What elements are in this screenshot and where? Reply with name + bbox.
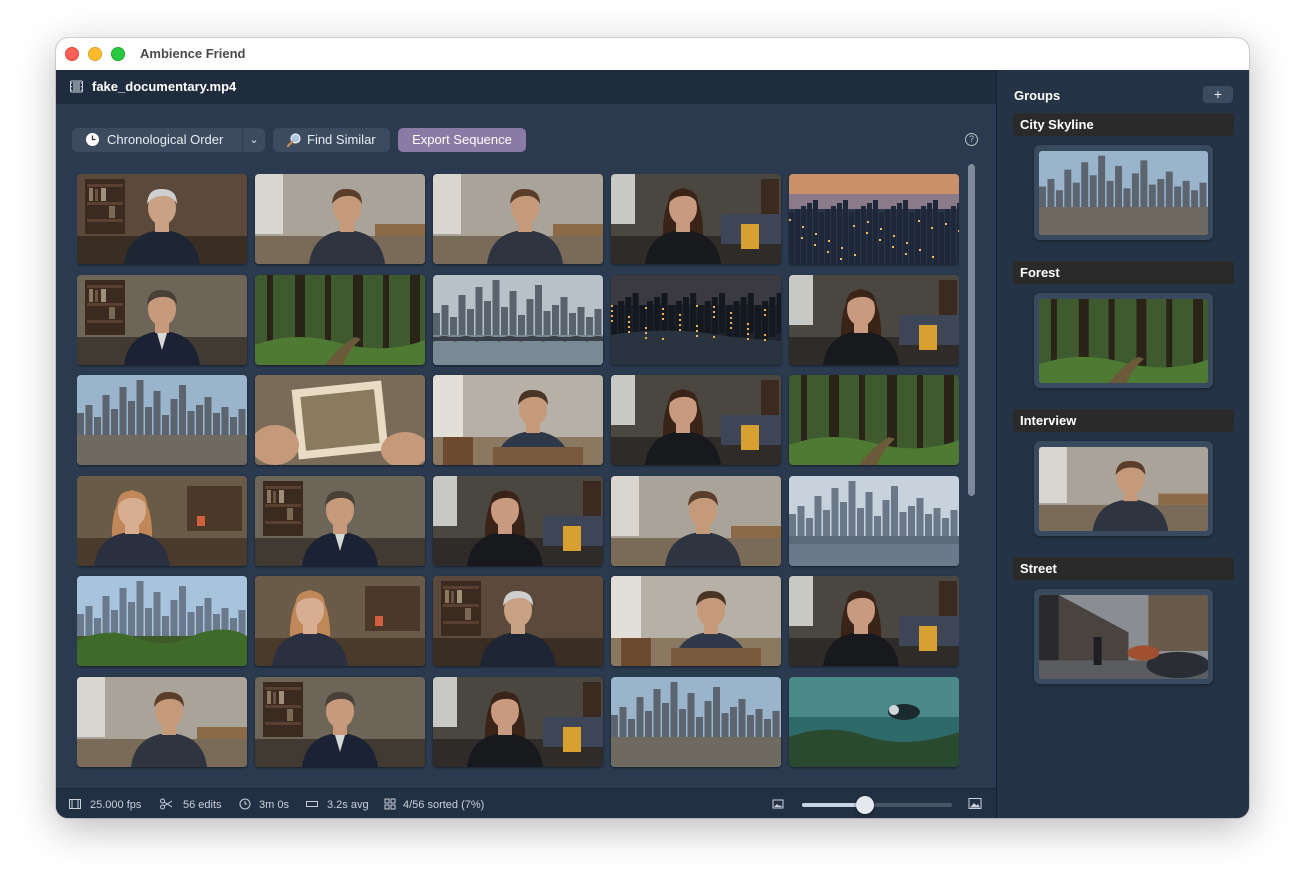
thumbnail-interview-man-suit[interactable] [255,676,425,767]
clock-icon [86,133,99,146]
small-image-icon[interactable] [772,798,784,810]
duration-readout: 3m 0s [259,799,289,811]
group-card-street[interactable] [1034,589,1213,684]
status-bar: 25.000 fps 56 edits 3m 0s 3.2s avg 4/56 … [56,788,996,818]
thumbnail-underwater-diver[interactable] [789,676,959,767]
thumbnail-interview-woman[interactable] [611,375,781,465]
thumbnail-interview-woman[interactable] [433,475,603,566]
window-title: Ambience Friend [140,46,246,61]
chevron-down-icon: ⌄ [242,128,265,152]
main-pane: fake_documentary.mp4 Chronological Order… [56,70,996,818]
group-thumbnail [1039,595,1208,679]
groups-title: Groups [1014,88,1061,103]
thumbnail-interview-young-man-seated[interactable] [611,576,781,666]
grid-icon [384,798,396,810]
group-header-forest[interactable]: Forest [1013,261,1234,284]
maximize-window-button[interactable] [111,47,125,61]
thumbnail-city-skyline[interactable] [611,676,781,767]
sort-order-dropdown[interactable]: Chronological Order ⌄ [72,128,265,152]
thumbnail-city-night[interactable] [611,274,781,365]
thumbnail-interview-young-man[interactable] [433,174,603,264]
find-similar-label: Find Similar [307,132,376,147]
thumbnail-interview-young-man[interactable] [611,475,781,566]
group-header-interview[interactable]: Interview [1013,409,1234,432]
thumbnail-interview-young-man[interactable] [77,676,247,767]
group-thumbnail [1039,447,1208,531]
group-card-interview[interactable] [1034,441,1213,536]
scrollbar-thumb[interactable] [968,164,975,496]
help-icon[interactable]: ? [965,133,978,146]
large-image-icon[interactable] [968,797,982,810]
thumbnail-city-skyline-bridge[interactable] [433,274,603,365]
thumbnail-interview-blonde-woman[interactable] [77,475,247,566]
group-card-city-skyline[interactable] [1034,145,1213,240]
clock-icon [239,798,251,810]
add-group-button[interactable]: + [1203,86,1233,103]
title-bar: Ambience Friend [56,38,1249,71]
magnifier-icon [286,133,301,148]
file-bar: fake_documentary.mp4 [56,70,996,104]
thumbnail-interview-older-man[interactable] [77,174,247,264]
thumbnail-interview-blonde-woman[interactable] [255,576,425,666]
sorted-readout: 4/56 sorted (7%) [403,799,485,811]
export-sequence-button[interactable]: Export Sequence [398,128,526,152]
zoom-slider-knob[interactable] [856,796,874,814]
thumbnail-old-photo[interactable] [255,375,425,465]
sort-order-label: Chronological Order [107,132,224,147]
thumbnail-grid [77,174,959,804]
thumbnail-city-skyline[interactable] [77,375,247,465]
file-name: fake_documentary.mp4 [92,79,237,94]
find-similar-button[interactable]: Find Similar [273,128,390,152]
fps-readout: 25.000 fps [90,799,142,811]
film-icon [70,80,83,93]
group-header-city-skyline[interactable]: City Skyline [1013,113,1234,136]
group-card-forest[interactable] [1034,293,1213,388]
thumbnail-interview-woman[interactable] [789,576,959,666]
groups-sidebar: Groups + City Skyline Forest Interview S… [996,70,1249,818]
minimize-window-button[interactable] [88,47,102,61]
app-window: Ambience Friend fake_documentary.mp4 Chr… [56,38,1249,818]
toolbar: Chronological Order ⌄ Find Similar Expor… [72,128,982,152]
thumbnail-interview-woman[interactable] [789,274,959,365]
thumbnail-forest[interactable] [789,375,959,465]
thumbnail-interview-man-suit[interactable] [77,274,247,365]
thumbnail-interview-older-man[interactable] [433,576,603,666]
thumbnail-interview-young-man[interactable] [255,174,425,264]
group-header-street[interactable]: Street [1013,557,1234,580]
close-window-button[interactable] [65,47,79,61]
thumbnail-interview-woman[interactable] [433,676,603,767]
group-thumbnail [1039,299,1208,383]
ruler-icon [306,801,318,807]
film-icon [69,799,81,809]
thumbnail-city-dusk[interactable] [789,174,959,264]
thumbnail-city-skyline-river[interactable] [789,475,959,566]
edits-readout: 56 edits [183,799,222,811]
group-thumbnail [1039,151,1208,235]
thumbnail-interview-woman[interactable] [611,174,781,264]
scissors-icon [160,798,172,810]
average-readout: 3.2s avg [327,799,369,811]
thumbnail-interview-man-suit[interactable] [255,475,425,566]
thumbnail-interview-young-man-seated[interactable] [433,375,603,465]
thumbnail-city-skyline-greenery[interactable] [77,576,247,666]
thumbnail-forest[interactable] [255,274,425,365]
